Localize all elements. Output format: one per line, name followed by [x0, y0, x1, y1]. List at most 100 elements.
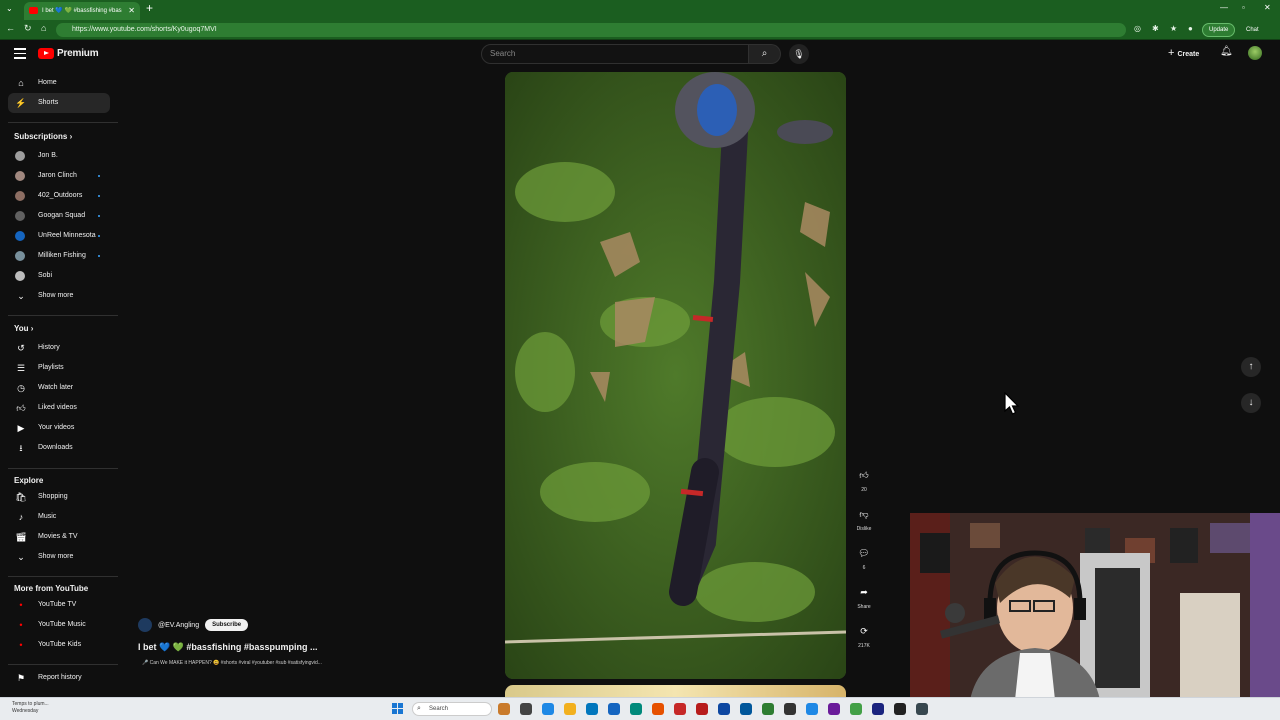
taskbar-app-icon[interactable] — [762, 703, 774, 715]
channel-avatar[interactable] — [138, 618, 152, 632]
windows-start-icon[interactable] — [392, 703, 403, 714]
taskbar-app-icon[interactable] — [740, 703, 752, 715]
taskbar-app-icon[interactable] — [850, 703, 862, 715]
show-more-explore[interactable]: ⌄ Show more — [8, 547, 110, 567]
notifications-bell-icon[interactable]: 🔔︎ — [1220, 46, 1233, 57]
window-close-icon[interactable]: ✕ — [1264, 3, 1271, 12]
next-short-button[interactable]: ↓ — [1241, 393, 1261, 413]
taskbar-app-icon[interactable] — [718, 703, 730, 715]
sidebar-you-item-4[interactable]: ▶ Your videos — [8, 418, 110, 438]
subscriptions-header[interactable]: Subscriptions › — [14, 132, 72, 141]
sidebar-item-label: Liked videos — [38, 404, 77, 411]
taskbar-app-icon[interactable] — [872, 703, 884, 715]
extension-icon[interactable]: ◎ — [1134, 24, 1141, 33]
taskbar-app-icon[interactable] — [586, 703, 598, 715]
sidebar-more-item-2[interactable]: • YouTube Kids — [8, 635, 110, 655]
sidebar-subscription-0[interactable]: Jon B. — [8, 146, 110, 166]
account-avatar[interactable] — [1248, 46, 1262, 60]
you-header[interactable]: You › — [14, 324, 33, 333]
music-icon: ♪ — [18, 512, 24, 522]
sidebar-item-home[interactable]: ⌂ Home — [8, 73, 110, 93]
comments-button[interactable]: 💬︎ — [854, 543, 874, 563]
sidebar-subscription-6[interactable]: Sobi — [8, 266, 110, 286]
thumbs-up-icon: 👍︎ — [859, 470, 869, 480]
taskbar-app-icon[interactable] — [828, 703, 840, 715]
extensions-puzzle-icon[interactable]: ✱ — [1152, 24, 1159, 33]
taskbar-app-icon[interactable] — [784, 703, 796, 715]
home-browser-icon[interactable]: ⌂ — [41, 23, 46, 33]
search-button[interactable]: ⌕ — [749, 44, 781, 64]
maximize-icon[interactable]: ▫ — [1242, 3, 1245, 12]
sidebar-more-item-0[interactable]: • YouTube TV — [8, 595, 110, 615]
create-button[interactable]: + Create — [1168, 46, 1199, 62]
short-description[interactable]: 🎤 Can We MAKE it HAPPEN? 😃 #shorts #vira… — [142, 660, 322, 666]
sidebar-subscription-4[interactable]: UnReel Minnesota — [8, 226, 110, 246]
favorites-icon[interactable]: ★ — [1170, 24, 1177, 33]
sidebar-you-item-0[interactable]: ↺ History — [8, 338, 110, 358]
subscribe-button[interactable]: Subscribe — [205, 619, 249, 631]
sidebar-subscription-5[interactable]: Milliken Fishing — [8, 246, 110, 266]
sidebar-explore-item-1[interactable]: ♪ Music — [8, 507, 110, 527]
address-bar[interactable]: https://www.youtube.com/shorts/Ky0ugoq7M… — [56, 23, 1126, 37]
short-title[interactable]: I bet 💙 💚 #bassfishing #basspumping ... — [138, 642, 317, 653]
show-more-subscriptions[interactable]: ⌄ Show more — [8, 286, 110, 306]
browser-tab-active[interactable]: I bet 💙 💚 #bassfishing #bas ✕ — [24, 2, 140, 20]
update-button[interactable]: Update — [1202, 23, 1236, 37]
movies-icon: 🎬︎ — [15, 532, 27, 542]
taskbar-app-icon[interactable] — [520, 703, 532, 715]
tab-list-icon[interactable]: ⌄ — [6, 4, 13, 13]
youtube-logo[interactable]: Premium — [38, 48, 99, 59]
taskbar-app-icon[interactable] — [806, 703, 818, 715]
taskbar-app-icon[interactable] — [608, 703, 620, 715]
sidebar-you-item-2[interactable]: ◷ Watch later — [8, 378, 110, 398]
taskbar-app-icon[interactable] — [542, 703, 554, 715]
taskbar-app-icon[interactable] — [696, 703, 708, 715]
taskbar-search[interactable]: ⌕ Search — [412, 702, 492, 716]
taskbar-app-icon[interactable] — [564, 703, 576, 715]
new-content-dot — [98, 215, 100, 217]
close-tab-icon[interactable]: ✕ — [128, 2, 135, 20]
taskbar-app-icon[interactable] — [652, 703, 664, 715]
sidebar-item-shorts[interactable]: ⚡ Shorts — [8, 93, 110, 113]
reload-icon[interactable]: ↻ — [24, 23, 32, 34]
taskbar-app-icon[interactable] — [674, 703, 686, 715]
search-input[interactable]: Search — [481, 44, 749, 64]
taskbar-app-icon[interactable] — [498, 703, 510, 715]
voice-search-button[interactable]: 🎙 — [789, 44, 809, 64]
sidebar-explore-item-0[interactable]: 🛍︎ Shopping — [8, 487, 110, 507]
dislike-button[interactable]: 👎︎ — [854, 504, 874, 524]
short-channel-row: @EV.Angling Subscribe — [138, 618, 249, 632]
sidebar-item-label: YouTube Kids — [38, 641, 82, 648]
remix-button[interactable]: ⟳ — [854, 621, 874, 641]
profile-icon[interactable]: ● — [1188, 24, 1193, 33]
webcam-overlay — [910, 513, 1280, 700]
back-icon[interactable]: ← — [6, 23, 15, 33]
taskbar-app-icon[interactable] — [894, 703, 906, 715]
remix-count: 217K — [858, 643, 870, 649]
sidebar-subscription-3[interactable]: Googan Squad — [8, 206, 110, 226]
sidebar-more-item-1[interactable]: • YouTube Music — [8, 615, 110, 635]
share-button[interactable]: ➦ — [854, 582, 874, 602]
sidebar-you-item-5[interactable]: ⭳ Downloads — [8, 438, 110, 458]
sidebar-subscription-1[interactable]: Jaron Clinch — [8, 166, 110, 186]
sidebar-item-label: UnReel Minnesota — [38, 232, 96, 239]
sidebar-you-item-3[interactable]: 👍︎ Liked videos — [8, 398, 110, 418]
sidebar-item-report-history[interactable]: ⚑ Report history — [8, 668, 110, 688]
taskbar-app-icon[interactable] — [630, 703, 642, 715]
chat-button[interactable]: Chat — [1246, 23, 1259, 37]
taskbar-app-icon[interactable] — [916, 703, 928, 715]
sidebar-item-label: Music — [38, 513, 57, 520]
minimize-icon[interactable]: — — [1220, 3, 1228, 12]
weather-widget[interactable]: Temps to plum... Wednesday — [12, 701, 49, 715]
shorts-icon: ⚡ — [15, 98, 27, 108]
hamburger-menu-icon[interactable] — [14, 48, 26, 59]
sidebar-subscription-2[interactable]: 402_Outdoors — [8, 186, 110, 206]
sidebar-explore-item-2[interactable]: 🎬︎ Movies & TV — [8, 527, 110, 547]
shorts-video-player[interactable] — [505, 72, 846, 679]
previous-short-button[interactable]: ↑ — [1241, 357, 1261, 377]
new-content-dot — [98, 195, 100, 197]
channel-name[interactable]: @EV.Angling — [158, 622, 199, 629]
like-button[interactable]: 👍︎ — [854, 465, 874, 485]
sidebar-you-item-1[interactable]: ☰ Playlists — [8, 358, 110, 378]
new-tab-icon[interactable]: + — [146, 1, 153, 15]
